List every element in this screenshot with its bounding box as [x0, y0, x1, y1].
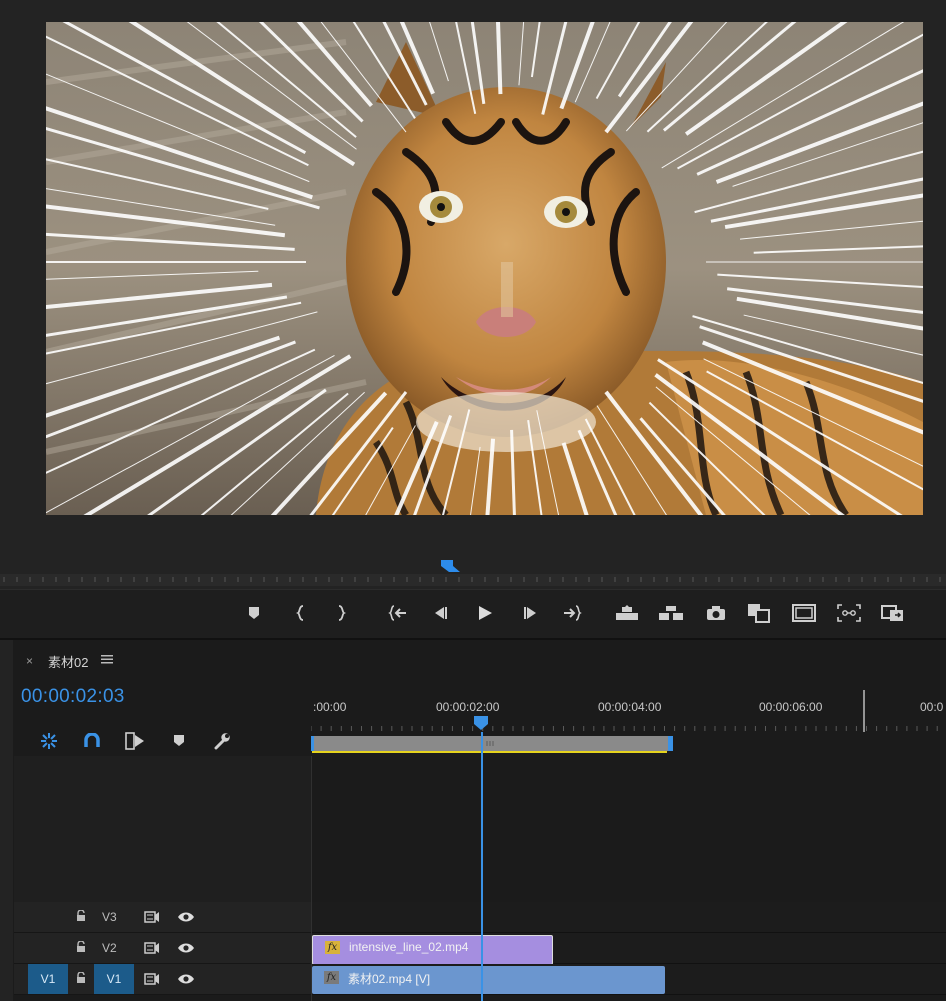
safe-margins-icon[interactable] — [790, 600, 818, 626]
transport-controls — [0, 589, 946, 638]
mark-in-icon[interactable] — [287, 600, 315, 626]
lift-icon[interactable] — [613, 600, 641, 626]
mark-out-icon[interactable] — [327, 600, 355, 626]
sync-lock-icon[interactable] — [144, 910, 160, 929]
track-label[interactable]: V1 — [94, 964, 134, 994]
clip-intensive-line[interactable]: fx intensive_line_02.mp4 — [312, 935, 553, 965]
snap-icon[interactable] — [38, 730, 60, 752]
header-lane-divider — [311, 756, 312, 1001]
add-marker-icon[interactable] — [240, 600, 268, 626]
add-marker-icon[interactable] — [168, 730, 190, 752]
magnet-icon[interactable] — [81, 730, 103, 752]
step-forward-icon[interactable] — [516, 600, 544, 626]
tiger-frame-image — [46, 22, 923, 515]
linked-selection-icon[interactable] — [124, 730, 146, 752]
timeline-panel: × 素材02 00:00:02:03 :00:00 00:00:02:00 00… — [0, 638, 946, 1001]
sync-lock-icon[interactable] — [144, 972, 160, 991]
track-header: V2 — [14, 933, 311, 964]
work-area-bar[interactable] — [311, 736, 946, 754]
wrench-icon[interactable] — [211, 730, 233, 752]
proxy-toggle-icon[interactable] — [835, 600, 863, 626]
program-monitor — [0, 0, 946, 638]
sequence-tab-title[interactable]: 素材02 — [48, 652, 88, 671]
timeline-playhead-handle[interactable] — [474, 716, 488, 730]
clip-source-02[interactable]: fx 素材02.mp4 [V] — [312, 966, 665, 994]
panel-menu-icon[interactable] — [101, 652, 113, 670]
track-v2: V2 fx intensive_line_02.mp4 — [14, 933, 946, 965]
track-lane[interactable]: fx intensive_line_02.mp4 — [311, 933, 946, 965]
fx-badge: fx — [324, 971, 339, 984]
lock-icon[interactable] — [76, 940, 86, 958]
timeline-tab-bar: × 素材02 — [14, 640, 946, 680]
monitor-time-ruler[interactable] — [0, 560, 946, 586]
extract-icon[interactable] — [657, 600, 685, 626]
track-lane[interactable]: fx 素材02.mp4 [V] — [311, 964, 946, 995]
track-v1: V1 V1 fx 素材02.mp4 [V] — [14, 964, 946, 995]
play-icon[interactable] — [471, 600, 499, 626]
timeline-playhead-line[interactable] — [481, 732, 483, 1001]
track-v3: V3 — [14, 902, 946, 933]
playhead-timecode[interactable]: 00:00:02:03 — [21, 686, 125, 708]
vr-video-icon[interactable] — [879, 600, 907, 626]
timeline-ruler[interactable]: :00:00 00:00:02:00 00:00:04:00 00:00:06:… — [311, 690, 946, 732]
sync-lock-icon[interactable] — [144, 941, 160, 960]
clip-name: intensive_line_02.mp4 — [349, 940, 469, 954]
source-patch-v1[interactable]: V1 — [28, 964, 68, 994]
eye-icon[interactable] — [177, 910, 195, 928]
track-header: V1 V1 — [14, 964, 311, 995]
clip-name: 素材02.mp4 [V] — [348, 972, 431, 986]
export-frame-icon[interactable] — [702, 600, 730, 626]
track-header: V3 — [14, 902, 311, 933]
lock-icon[interactable] — [76, 971, 86, 989]
timeline-tools — [14, 724, 311, 758]
empty-track-area[interactable] — [14, 756, 946, 902]
track-label[interactable]: V3 — [102, 910, 117, 924]
monitor-playhead[interactable] — [441, 560, 460, 572]
go-to-out-icon[interactable] — [558, 600, 586, 626]
close-tab-button[interactable]: × — [26, 654, 33, 668]
track-label[interactable]: V2 — [102, 941, 117, 955]
go-to-in-icon[interactable] — [384, 600, 412, 626]
lock-icon[interactable] — [76, 909, 86, 927]
video-preview[interactable] — [46, 22, 923, 515]
fx-badge: fx — [325, 941, 340, 954]
track-lane[interactable] — [311, 902, 946, 933]
eye-icon[interactable] — [177, 941, 195, 959]
comparison-view-icon[interactable] — [745, 600, 773, 626]
step-back-icon[interactable] — [427, 600, 455, 626]
eye-icon[interactable] — [177, 972, 195, 990]
panel-edge — [0, 640, 13, 1001]
